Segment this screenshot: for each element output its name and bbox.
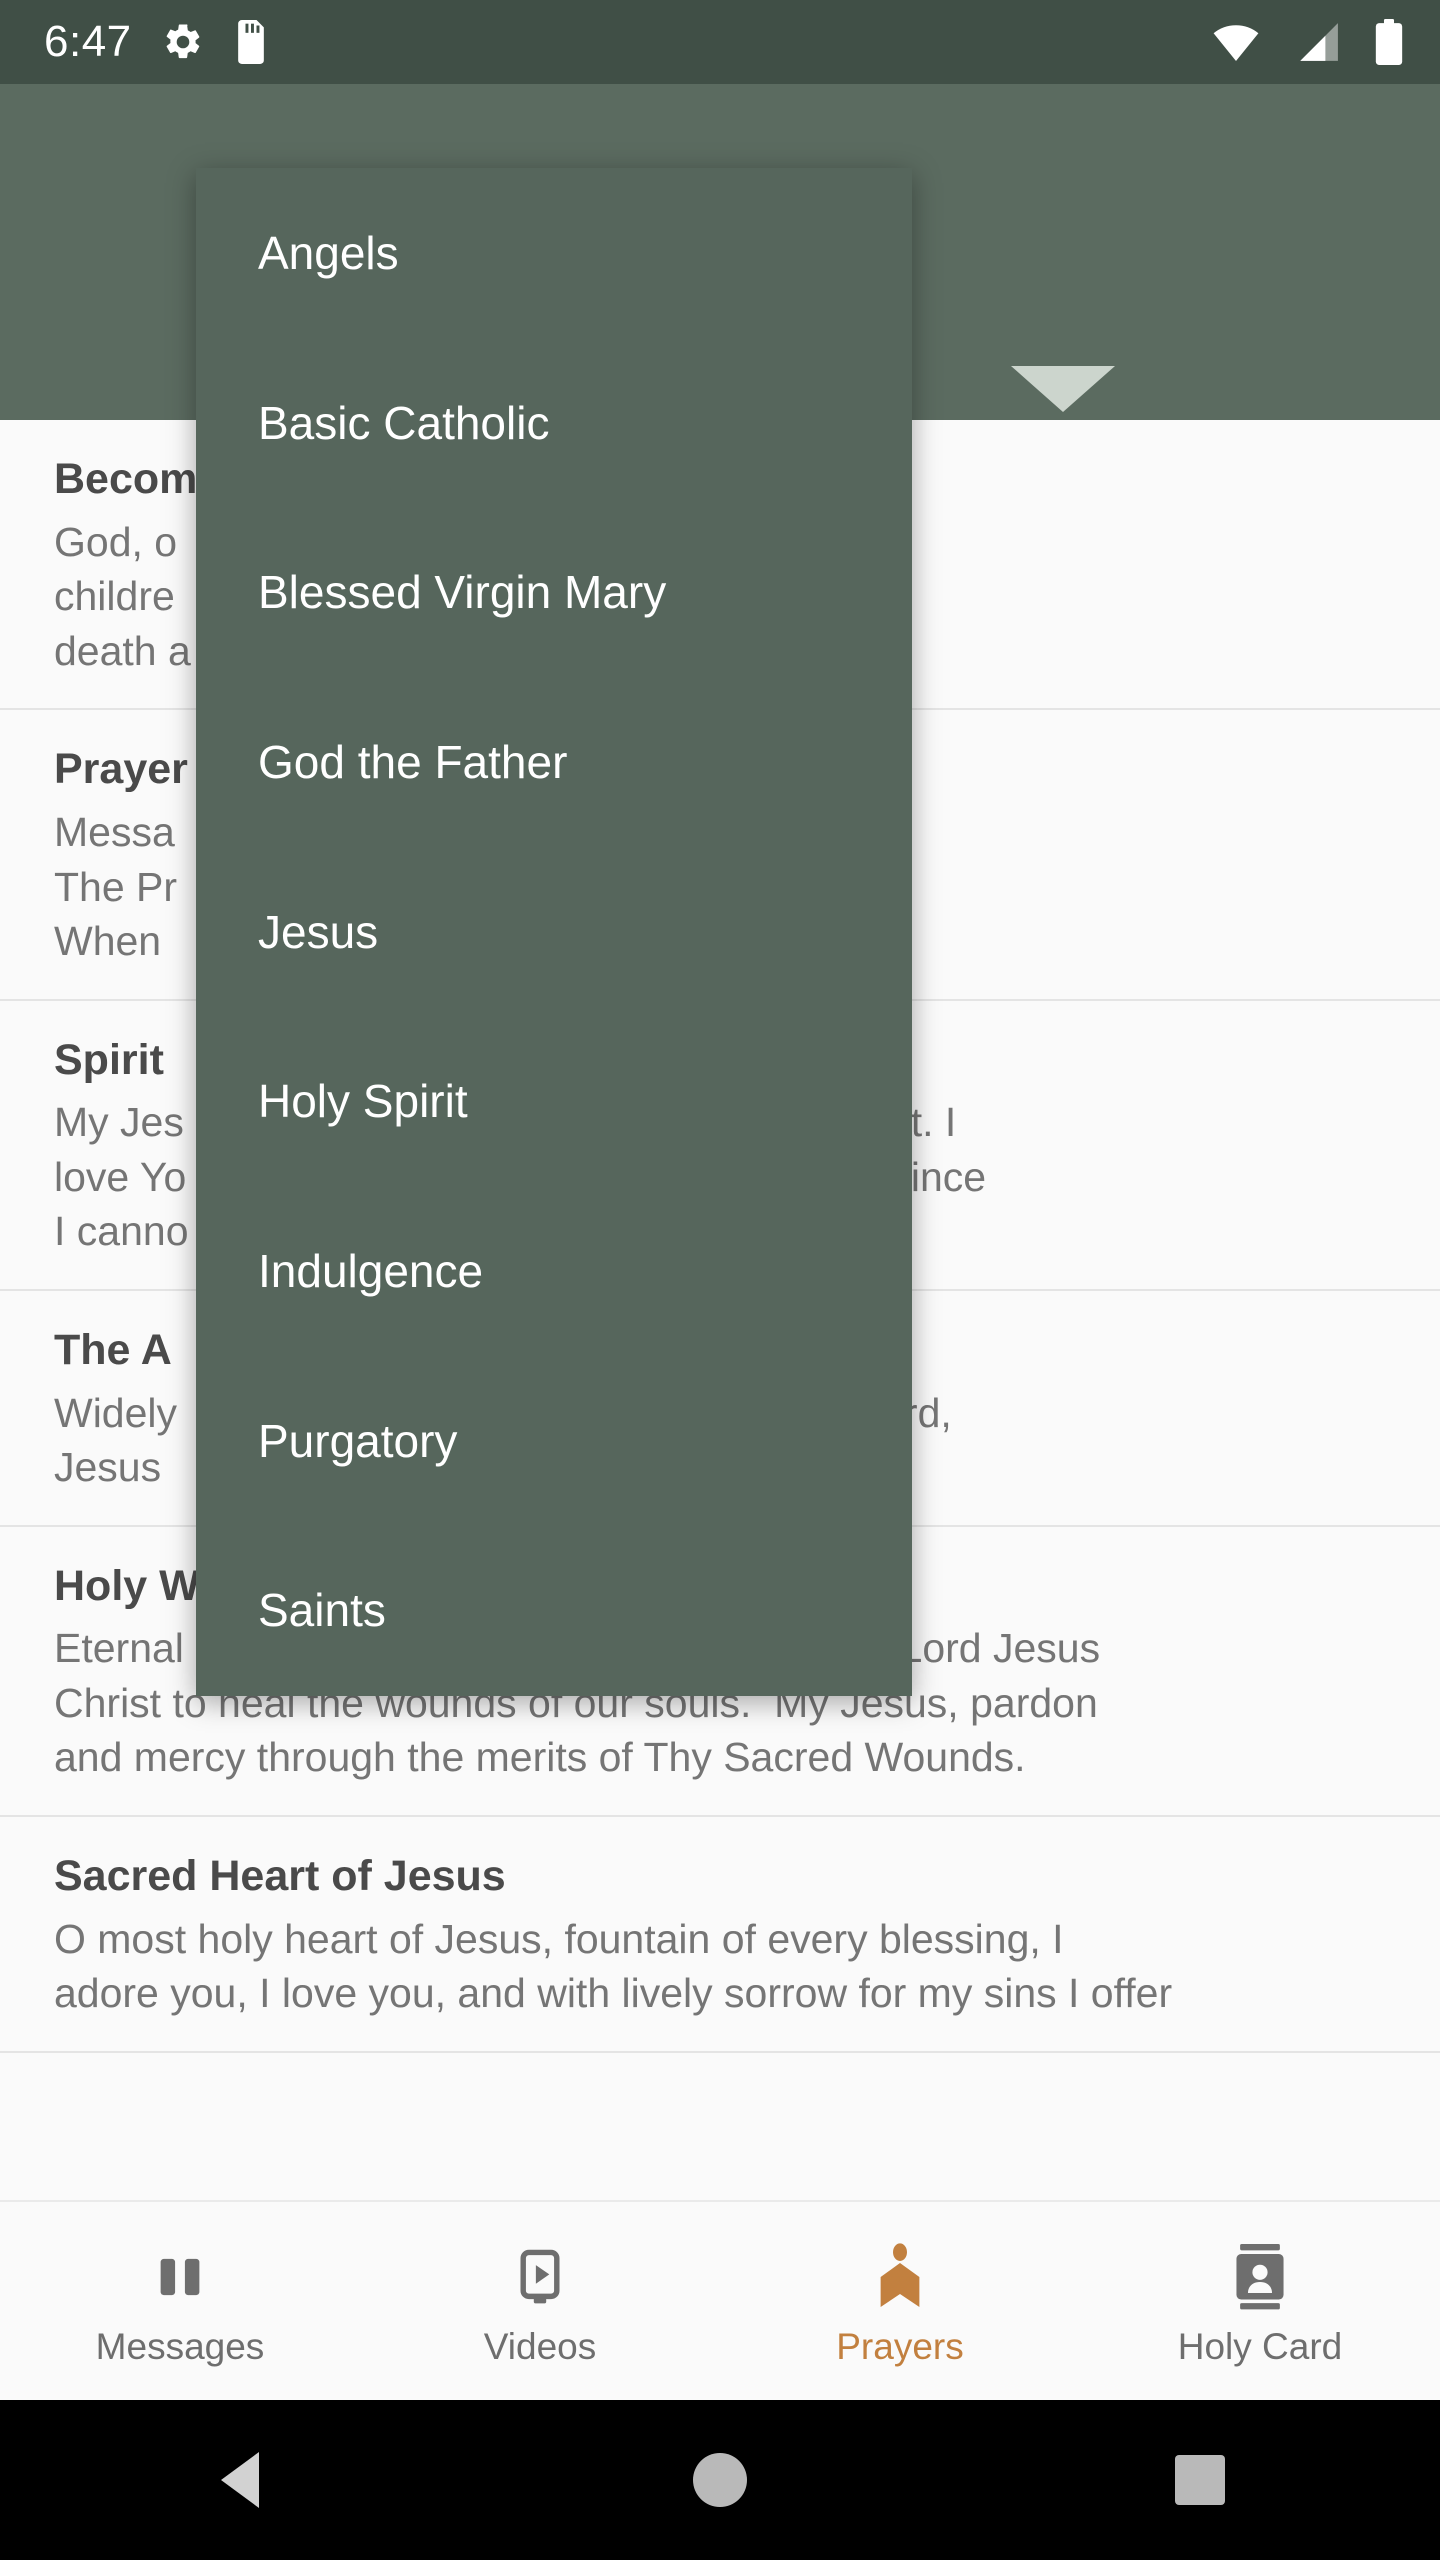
chevron-down-icon[interactable] bbox=[1011, 366, 1115, 412]
prayer-title: Sacred Heart of Jesus bbox=[54, 1851, 506, 1900]
cellular-signal-icon bbox=[1294, 21, 1340, 63]
list-item[interactable]: Sacred Heart of Jesus O most holy heart … bbox=[0, 1817, 1440, 2053]
menu-item-saints[interactable]: Saints bbox=[196, 1526, 912, 1696]
video-player-icon bbox=[509, 2240, 571, 2314]
nav-label: Videos bbox=[483, 2325, 597, 2367]
quote-icon bbox=[149, 2240, 211, 2314]
phone-screen: 6:47 Becoming God, o childre death a Pra… bbox=[0, 0, 1440, 2560]
nav-label: Holy Card bbox=[1177, 2325, 1343, 2367]
sd-card-icon bbox=[234, 20, 268, 64]
category-dropdown-menu[interactable]: Angels Basic Catholic Blessed Virgin Mar… bbox=[196, 168, 912, 1696]
wifi-icon bbox=[1212, 22, 1260, 62]
home-button[interactable] bbox=[480, 2453, 960, 2507]
android-system-nav bbox=[0, 2400, 1440, 2560]
menu-item-holy-spirit[interactable]: Holy Spirit bbox=[196, 1016, 912, 1186]
menu-item-jesus[interactable]: Jesus bbox=[196, 847, 912, 1017]
status-bar-left: 6:47 bbox=[44, 20, 268, 64]
menu-item-god-the-father[interactable]: God the Father bbox=[196, 677, 912, 847]
contact-card-icon bbox=[1232, 2240, 1288, 2314]
recents-button[interactable] bbox=[960, 2455, 1440, 2505]
status-bar-right bbox=[1178, 19, 1404, 65]
menu-item-blessed-virgin-mary[interactable]: Blessed Virgin Mary bbox=[196, 507, 912, 677]
status-clock: 6:47 bbox=[44, 17, 132, 66]
nav-tab-holy-card[interactable]: Holy Card bbox=[1080, 2202, 1440, 2402]
bookmark-ribbon-icon bbox=[869, 2240, 931, 2314]
nav-tab-prayers[interactable]: Prayers bbox=[720, 2202, 1080, 2402]
back-button[interactable] bbox=[0, 2452, 480, 2508]
nav-tab-messages[interactable]: Messages bbox=[0, 2202, 360, 2402]
back-triangle-icon bbox=[221, 2452, 259, 2508]
menu-item-basic-catholic[interactable]: Basic Catholic bbox=[196, 338, 912, 508]
battery-icon bbox=[1374, 19, 1404, 65]
bottom-navigation-bar: Messages Videos Prayers Holy Card bbox=[0, 2200, 1440, 2402]
nav-tab-videos[interactable]: Videos bbox=[360, 2202, 720, 2402]
status-bar: 6:47 bbox=[0, 0, 1440, 84]
recents-square-icon bbox=[1175, 2455, 1225, 2505]
nav-label: Prayers bbox=[836, 2325, 964, 2367]
prayer-body: O most holy heart of Jesus, fountain of … bbox=[54, 1915, 1173, 2017]
menu-item-indulgence[interactable]: Indulgence bbox=[196, 1186, 912, 1356]
menu-item-purgatory[interactable]: Purgatory bbox=[196, 1356, 912, 1526]
menu-item-angels[interactable]: Angels bbox=[196, 168, 912, 338]
gear-icon bbox=[162, 21, 204, 63]
home-circle-icon bbox=[693, 2453, 747, 2507]
nav-label: Messages bbox=[95, 2325, 265, 2367]
